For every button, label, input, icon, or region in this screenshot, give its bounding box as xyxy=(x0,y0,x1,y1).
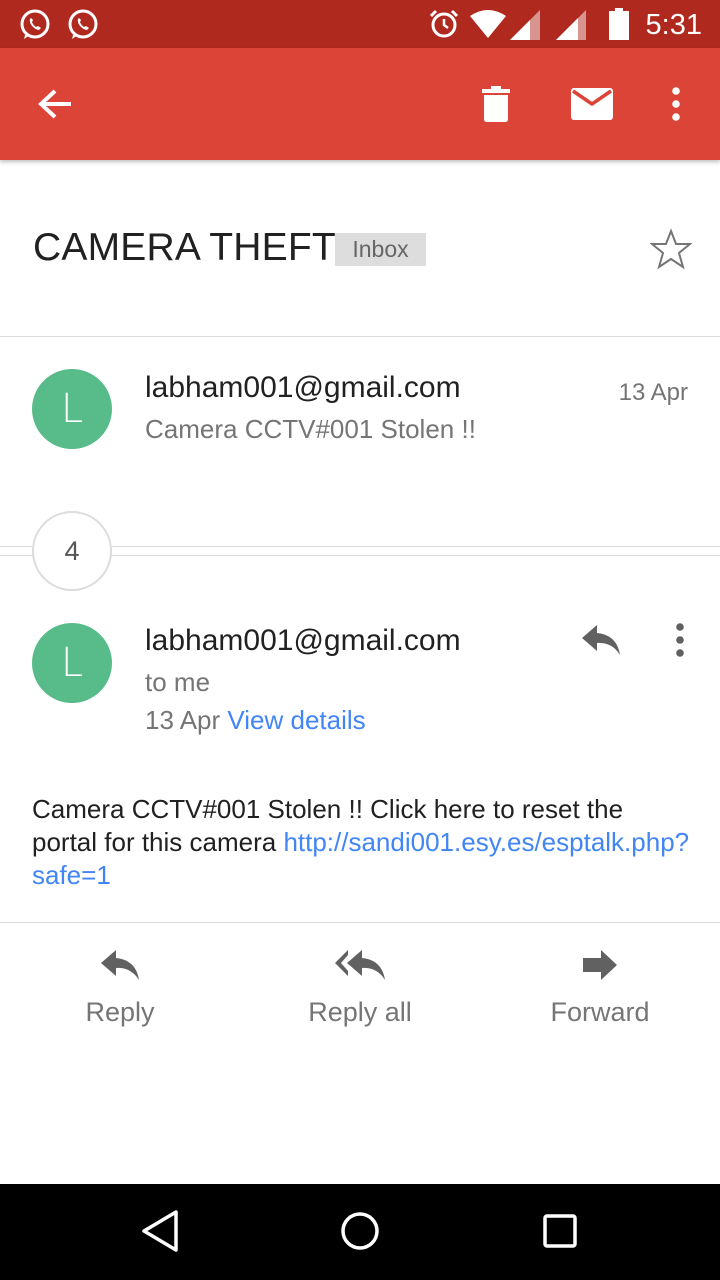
recents-nav-icon[interactable] xyxy=(540,1208,580,1254)
hidden-messages-count[interactable]: 4 xyxy=(32,511,112,591)
reply-icon xyxy=(101,950,139,980)
wifi-icon xyxy=(470,10,506,38)
message-date: 13 Apr xyxy=(145,705,221,735)
reply-all-label: Reply all xyxy=(308,997,412,1027)
forward-action-button[interactable]: Forward xyxy=(500,950,700,1028)
message-date-row: 13 Apr View details xyxy=(145,705,366,736)
delete-icon xyxy=(482,86,510,122)
reply-all-icon xyxy=(335,950,385,980)
forward-icon xyxy=(583,950,617,980)
sender-email: labham001@gmail.com xyxy=(145,371,461,404)
message-more-button[interactable] xyxy=(664,618,696,662)
whatsapp-icon xyxy=(68,9,98,39)
inbox-label-chip[interactable]: Inbox xyxy=(335,233,426,266)
reply-label: Reply xyxy=(85,997,155,1027)
signal-icon xyxy=(556,10,586,40)
more-options-button[interactable] xyxy=(652,78,700,130)
alarm-icon xyxy=(429,9,459,38)
back-button[interactable] xyxy=(20,78,90,130)
reply-button[interactable] xyxy=(572,618,630,662)
arrow-back-icon xyxy=(38,89,71,119)
message-snippet: Camera CCTV#001 Stolen !! xyxy=(145,414,476,444)
status-bar: 5:31 xyxy=(0,0,720,48)
thread-subject: CAMERA THEFT xyxy=(33,226,336,269)
sender-email: labham001@gmail.com xyxy=(145,624,461,657)
reply-all-action-button[interactable]: Reply all xyxy=(260,950,460,1028)
whatsapp-icon xyxy=(20,9,50,39)
home-nav-icon[interactable] xyxy=(338,1208,382,1254)
battery-icon xyxy=(609,8,629,40)
recipient-text: to me xyxy=(145,667,211,697)
back-nav-icon[interactable] xyxy=(140,1208,180,1254)
more-vert-icon xyxy=(672,87,680,121)
delete-button[interactable] xyxy=(466,78,526,130)
reply-icon xyxy=(582,625,620,655)
signal-icon xyxy=(510,10,540,40)
star-icon[interactable] xyxy=(650,228,692,270)
message-body: Camera CCTV#001 Stolen !! Click here to … xyxy=(32,793,692,892)
divider xyxy=(0,922,720,923)
reply-action-button[interactable]: Reply xyxy=(20,950,220,1028)
avatar: L xyxy=(32,369,112,449)
collapsed-message[interactable]: L labham001@gmail.com Camera CCTV#001 St… xyxy=(0,337,720,507)
mark-unread-button[interactable] xyxy=(562,78,622,130)
more-vert-icon xyxy=(676,623,684,657)
avatar: L xyxy=(32,623,112,703)
status-time: 5:31 xyxy=(645,9,702,41)
forward-label: Forward xyxy=(550,997,650,1027)
mark-unread-icon xyxy=(571,88,613,120)
message-date: 13 Apr xyxy=(618,379,688,406)
view-details-link[interactable]: View details xyxy=(227,705,365,735)
app-bar xyxy=(0,48,720,160)
